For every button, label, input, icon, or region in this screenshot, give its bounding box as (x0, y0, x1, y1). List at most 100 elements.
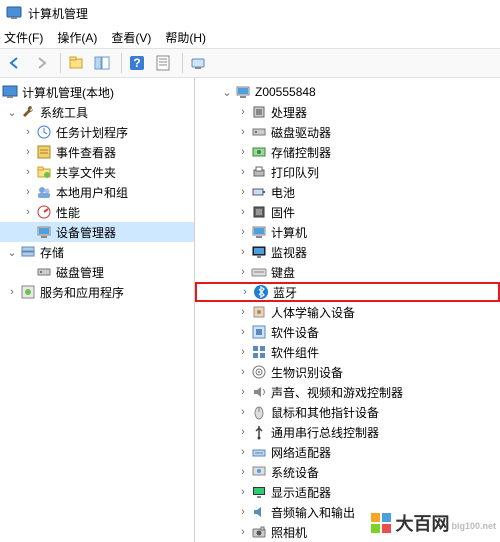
expand-icon[interactable]: › (235, 486, 251, 498)
tree-node-shared-folders[interactable]: › 共享文件夹 (0, 162, 194, 182)
scan-button[interactable] (187, 52, 209, 74)
device-node-bluetooth[interactable]: ›蓝牙 (195, 282, 500, 302)
device-node-system[interactable]: ›系统设备 (195, 462, 500, 482)
shared-folder-icon (36, 164, 52, 180)
device-node-firmware[interactable]: ›固件 (195, 202, 500, 222)
event-icon (36, 144, 52, 160)
expand-icon[interactable]: › (235, 106, 251, 118)
device-node-biometric[interactable]: ›生物识别设备 (195, 362, 500, 382)
tree-node-event-viewer[interactable]: › 事件查看器 (0, 142, 194, 162)
expand-icon[interactable]: › (235, 446, 251, 458)
device-node-component[interactable]: ›软件组件 (195, 342, 500, 362)
device-label: 打印队列 (271, 164, 319, 181)
device-node-keyboard[interactable]: › 键盘 (195, 262, 500, 282)
expand-icon[interactable]: › (235, 386, 251, 398)
menu-bar: 文件(F) 操作(A) 查看(V) 帮助(H) (0, 26, 500, 48)
tree-node-task-scheduler[interactable]: › 任务计划程序 (0, 122, 194, 142)
expand-icon[interactable]: › (235, 466, 251, 478)
collapse-icon[interactable]: ⌄ (4, 246, 20, 259)
forward-button[interactable] (30, 52, 52, 74)
device-node-software[interactable]: ›软件设备 (195, 322, 500, 342)
tree-node-services[interactable]: › 服务和应用程序 (0, 282, 194, 302)
device-node-display[interactable]: ›显示适配器 (195, 482, 500, 502)
expand-icon[interactable]: › (235, 246, 251, 258)
services-icon (20, 284, 36, 300)
expand-icon[interactable]: › (20, 126, 36, 138)
tree-label: 事件查看器 (56, 144, 116, 161)
device-root-node[interactable]: ⌄ Z00555848 (195, 82, 500, 102)
tree-node-systools[interactable]: ⌄ 系统工具 (0, 102, 194, 122)
app-icon (6, 5, 22, 21)
expand-icon[interactable]: › (235, 266, 251, 278)
device-node-mouse[interactable]: ›鼠标和其他指针设备 (195, 402, 500, 422)
expand-icon[interactable]: › (235, 186, 251, 198)
left-tree-panel[interactable]: 计算机管理(本地) ⌄ 系统工具 › 任务计划程序 › 事件查看器 › 共享文件… (0, 78, 195, 542)
expand-icon[interactable]: › (235, 226, 251, 238)
svg-text:?: ? (133, 56, 140, 70)
expand-icon[interactable]: › (20, 206, 36, 218)
device-node-storage-ctrl[interactable]: ›存储控制器 (195, 142, 500, 162)
device-node-usb[interactable]: ›通用串行总线控制器 (195, 422, 500, 442)
collapse-icon[interactable]: ⌄ (219, 86, 235, 99)
expand-icon[interactable]: › (235, 326, 251, 338)
battery-icon (251, 184, 267, 200)
toolbar-separator (60, 53, 61, 73)
tree-node-disk-mgmt[interactable]: 磁盘管理 (0, 262, 194, 282)
device-node-computer[interactable]: ›计算机 (195, 222, 500, 242)
expand-icon[interactable]: › (20, 186, 36, 198)
expand-icon[interactable]: › (237, 286, 253, 298)
device-node-monitor[interactable]: ›监视器 (195, 242, 500, 262)
expand-icon[interactable]: › (235, 126, 251, 138)
expand-icon[interactable]: › (235, 206, 251, 218)
expand-icon[interactable]: › (235, 166, 251, 178)
usb-icon (251, 424, 267, 440)
help-button[interactable]: ? (126, 52, 148, 74)
component-icon (251, 344, 267, 360)
content-area: 计算机管理(本地) ⌄ 系统工具 › 任务计划程序 › 事件查看器 › 共享文件… (0, 78, 500, 542)
tree-label: 任务计划程序 (56, 124, 128, 141)
expand-icon[interactable]: › (235, 146, 251, 158)
menu-file[interactable]: 文件(F) (4, 29, 43, 46)
tree-node-device-manager[interactable]: 设备管理器 (0, 222, 194, 242)
menu-help[interactable]: 帮助(H) (165, 29, 206, 46)
device-node-hid[interactable]: ›人体学输入设备 (195, 302, 500, 322)
watermark-logo-icon (371, 513, 391, 533)
system-icon (251, 464, 267, 480)
menu-view[interactable]: 查看(V) (111, 29, 151, 46)
expand-icon[interactable]: › (20, 166, 36, 178)
right-tree-panel[interactable]: ⌄ Z00555848 ›处理器›磁盘驱动器›存储控制器›打印队列›电池›固件›… (195, 78, 500, 542)
device-node-network[interactable]: ›网络适配器 (195, 442, 500, 462)
tree-node-storage[interactable]: ⌄ 存储 (0, 242, 194, 262)
expand-icon[interactable]: › (235, 306, 251, 318)
show-hide-tree-button[interactable] (91, 52, 113, 74)
expand-icon[interactable]: › (4, 286, 20, 298)
device-node-printer[interactable]: › 打印队列 (195, 162, 500, 182)
tree-node-performance[interactable]: › 性能 (0, 202, 194, 222)
expand-icon[interactable]: › (235, 526, 251, 538)
tree-label: 设备管理器 (56, 224, 116, 241)
device-label: 键盘 (271, 264, 295, 281)
menu-action[interactable]: 操作(A) (57, 29, 97, 46)
tree-node-local-users[interactable]: › 本地用户和组 (0, 182, 194, 202)
device-node-disk[interactable]: ›磁盘驱动器 (195, 122, 500, 142)
tree-node-root[interactable]: 计算机管理(本地) (0, 82, 194, 102)
device-label: 电池 (271, 184, 295, 201)
device-node-sound[interactable]: ›声音、视频和游戏控制器 (195, 382, 500, 402)
device-node-cpu[interactable]: ›处理器 (195, 102, 500, 122)
tree-label: 共享文件夹 (56, 164, 116, 181)
device-root-label: Z00555848 (255, 85, 316, 99)
expand-icon[interactable]: › (235, 426, 251, 438)
toolbar-separator (121, 53, 122, 73)
properties-button[interactable] (152, 52, 174, 74)
expand-icon[interactable]: › (235, 406, 251, 418)
expand-icon[interactable]: › (235, 506, 251, 518)
expand-icon[interactable]: › (235, 366, 251, 378)
keyboard-icon (251, 264, 267, 280)
up-button[interactable] (65, 52, 87, 74)
expand-icon[interactable]: › (235, 346, 251, 358)
expand-icon[interactable]: › (20, 146, 36, 158)
device-node-battery[interactable]: › 电池 (195, 182, 500, 202)
back-button[interactable] (4, 52, 26, 74)
collapse-icon[interactable]: ⌄ (4, 106, 20, 119)
computer-icon (251, 224, 267, 240)
